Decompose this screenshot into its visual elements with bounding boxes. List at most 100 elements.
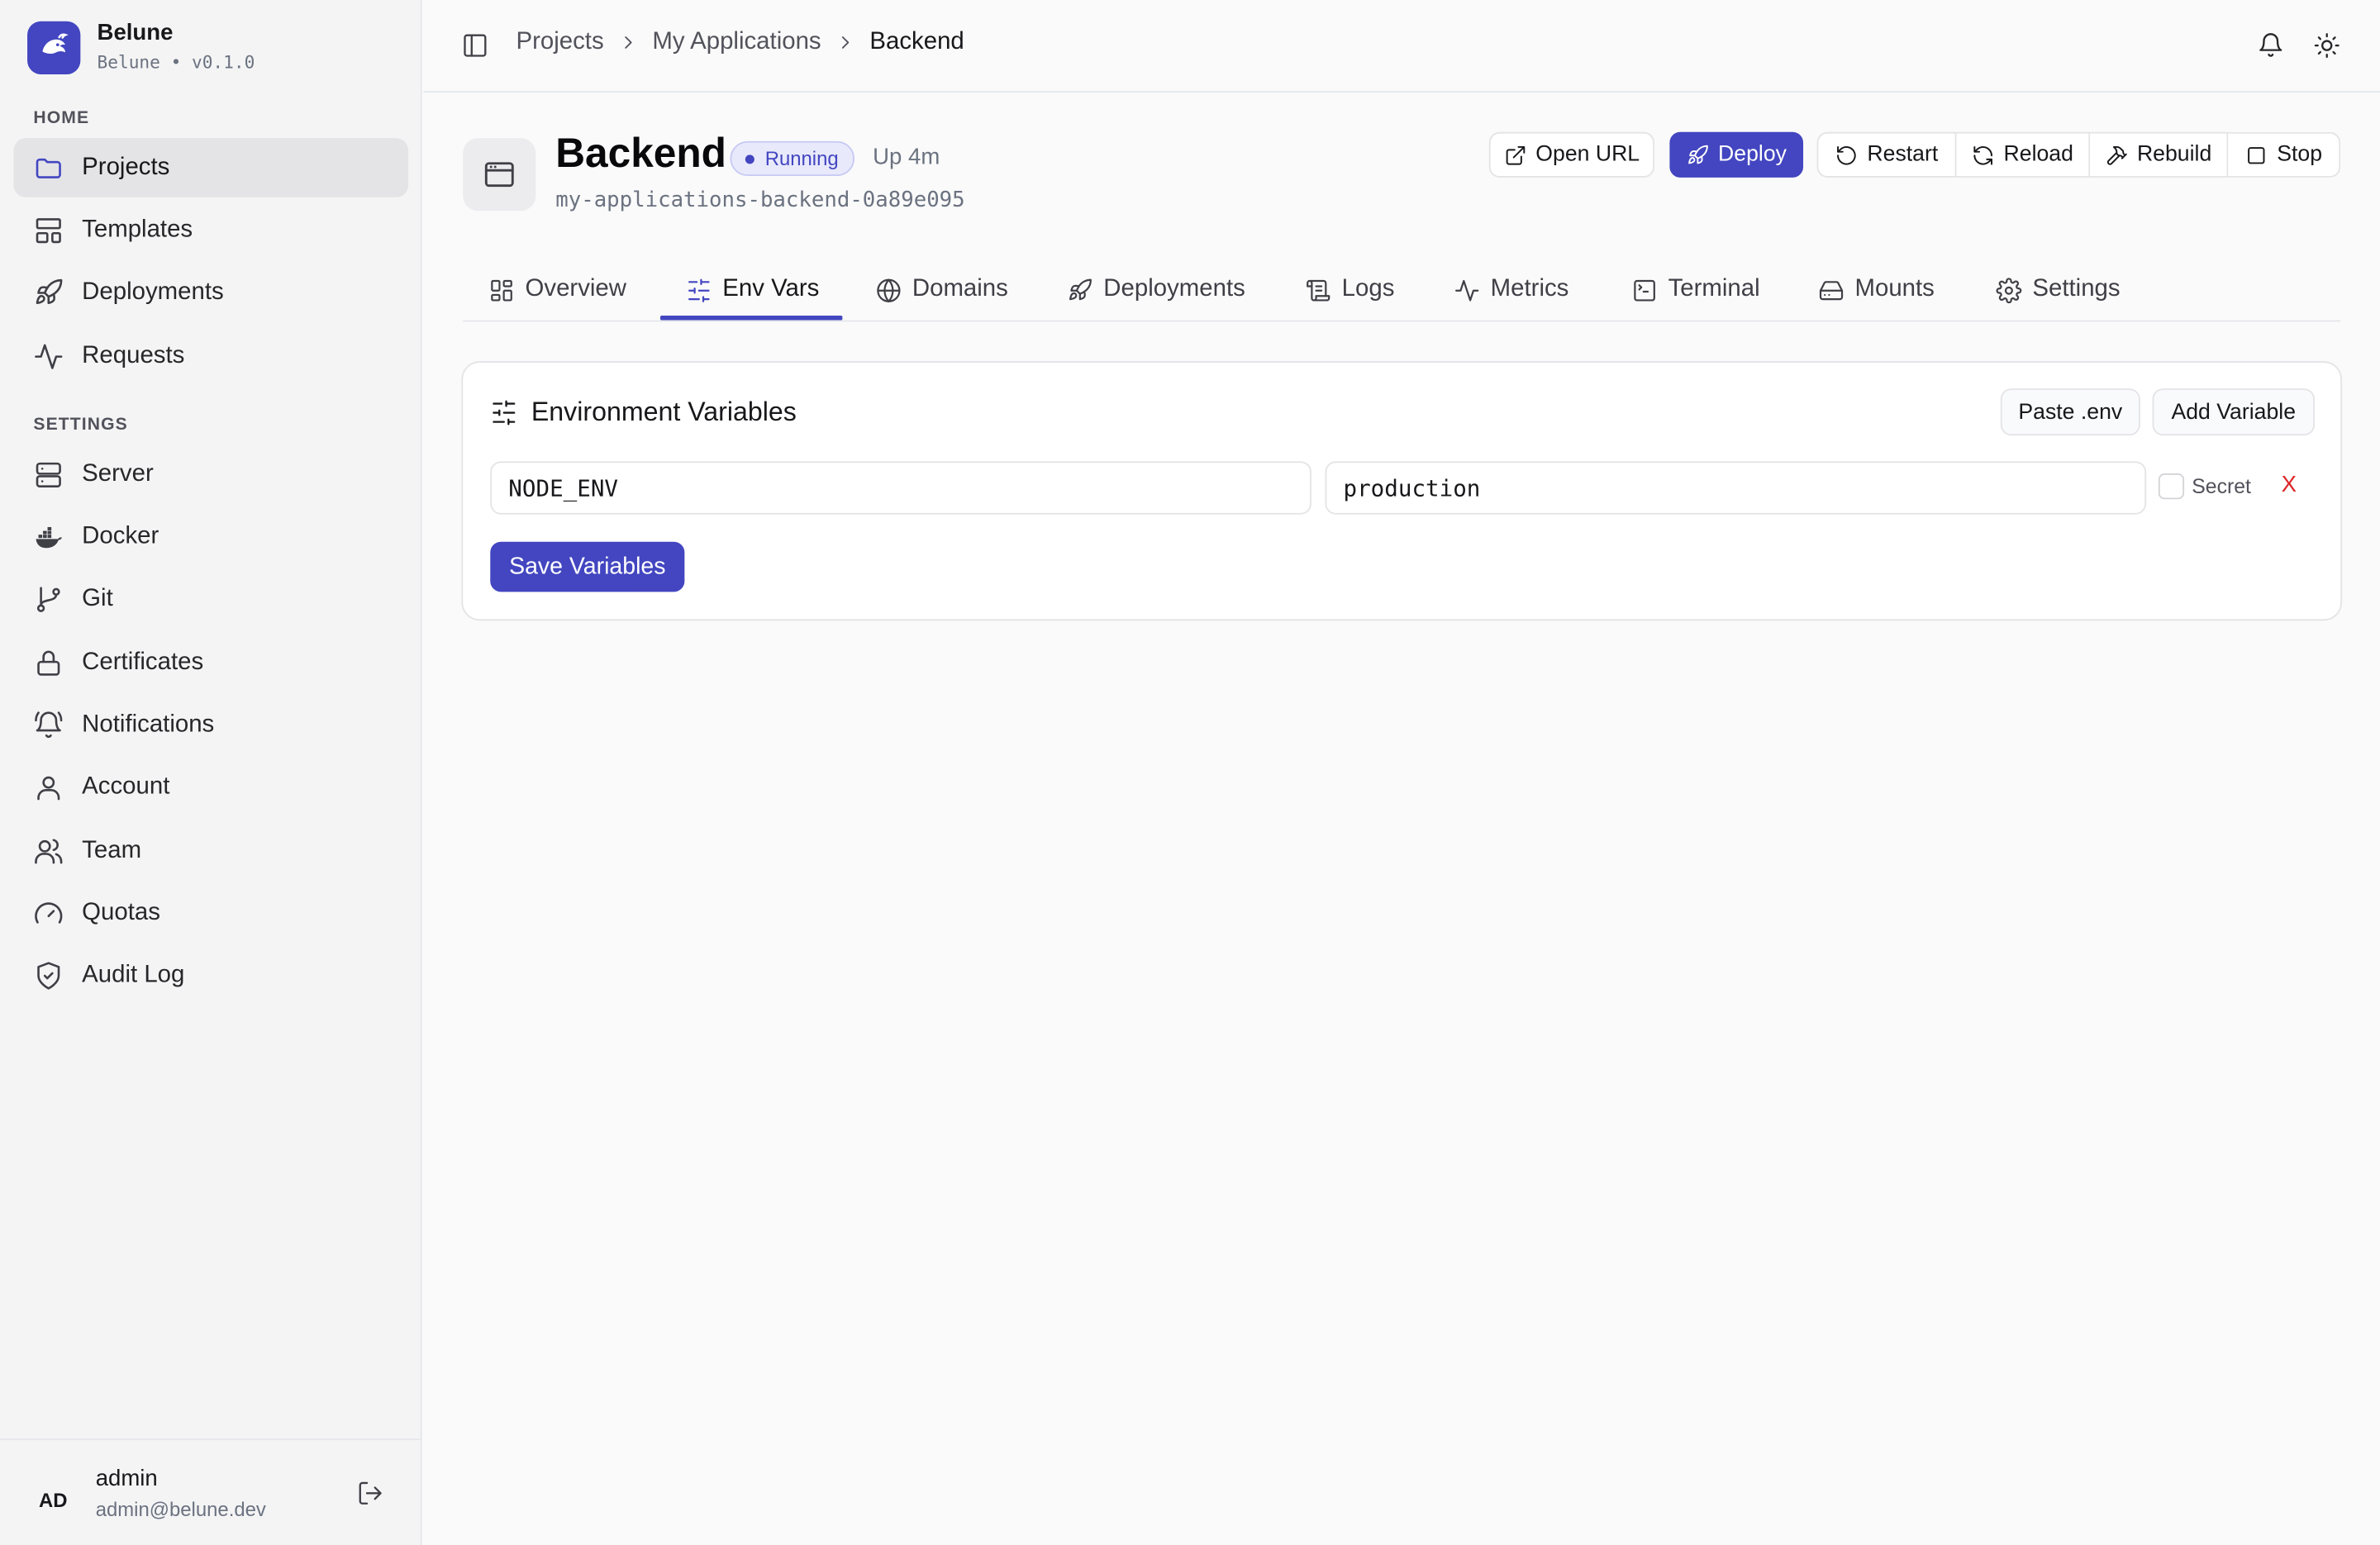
sidebar-item-server[interactable]: Server — [14, 444, 409, 504]
tab-label: Metrics — [1490, 276, 1569, 302]
belune-logo-icon — [27, 20, 81, 74]
section-label-home: HOME — [33, 109, 90, 128]
rebuild-button[interactable]: Rebuild — [2090, 131, 2229, 178]
sidebar-item-label: Deployments — [82, 279, 224, 306]
sidebar-item-team[interactable]: Team — [14, 821, 409, 881]
tab-settings[interactable]: Settings — [1996, 258, 2121, 321]
sidebar-item-account[interactable]: Account — [14, 758, 409, 818]
remove-variable-button[interactable]: X — [2282, 472, 2297, 497]
breadcrumb: Projects My Applications Backend — [516, 29, 964, 56]
shield-check-icon — [37, 962, 60, 991]
sliders-icon — [493, 399, 516, 425]
sidebar-item-label: Projects — [82, 154, 170, 180]
save-variables-button[interactable]: Save Variables — [490, 541, 685, 592]
tab-env-vars[interactable]: Env Vars — [686, 258, 819, 321]
sidebar-item-audit-log[interactable]: Audit Log — [14, 947, 409, 1006]
notifications-button[interactable] — [2257, 32, 2284, 59]
tab-mounts[interactable]: Mounts — [1818, 258, 1935, 321]
button-label: Reload — [2003, 142, 2073, 168]
stop-button[interactable]: Stop — [2228, 131, 2341, 178]
sidebar-item-templates[interactable]: Templates — [14, 201, 409, 260]
sidebar-item-certificates[interactable]: Certificates — [14, 633, 409, 692]
env-vars-card: Environment Variables Paste .env Add Var… — [461, 361, 2343, 621]
logout-icon — [359, 1481, 382, 1505]
logout-button[interactable] — [357, 1480, 384, 1507]
brand-name: Belune — [97, 19, 174, 46]
reload-button[interactable]: Reload — [1956, 131, 2091, 178]
brand-version: Belune • v0.1.0 — [97, 51, 255, 74]
add-variable-button[interactable]: Add Variable — [2152, 388, 2316, 436]
scroll-icon — [1307, 279, 1330, 301]
sidebar-item-deployments[interactable]: Deployments — [14, 264, 409, 323]
open-url-button[interactable]: Open URL — [1488, 131, 1655, 178]
sidebar-item-label: Requests — [82, 342, 185, 368]
tab-deployments[interactable]: Deployments — [1067, 258, 1245, 321]
secret-toggle[interactable]: Secret — [2158, 473, 2251, 500]
paste-env-button[interactable]: Paste .env — [2000, 388, 2140, 436]
sidebar-item-label: Git — [82, 586, 113, 612]
users-icon — [35, 838, 63, 863]
card-header: Environment Variables — [490, 396, 797, 428]
sidebar-item-requests[interactable]: Requests — [14, 326, 409, 386]
activity-icon — [35, 343, 63, 368]
rotate-ccw-icon — [1837, 145, 1856, 164]
sidebar-item-label: Certificates — [82, 649, 204, 675]
sidebar-item-notifications[interactable]: Notifications — [14, 696, 409, 755]
breadcrumb-my-applications[interactable]: My Applications — [652, 29, 821, 56]
sidebar-item-label: Quotas — [82, 900, 160, 926]
breadcrumb-projects[interactable]: Projects — [516, 29, 603, 56]
tab-metrics[interactable]: Metrics — [1454, 258, 1569, 321]
terminal-icon — [1634, 279, 1655, 301]
secret-checkbox[interactable] — [2158, 473, 2185, 500]
gear-icon — [1996, 277, 2022, 303]
hammer-icon — [2106, 145, 2127, 164]
templates-icon — [36, 217, 61, 243]
sidebar-item-label: Server — [82, 460, 154, 487]
external-link-icon — [1506, 145, 1525, 164]
globe-icon — [877, 278, 901, 302]
user-icon — [37, 777, 60, 801]
sidebar-item-label: Account — [82, 774, 170, 801]
brand[interactable]: Belune Belune • v0.1.0 — [27, 20, 255, 74]
rocket-icon — [36, 279, 63, 305]
restart-button[interactable]: Restart — [1816, 131, 1957, 178]
chevron-right-icon — [841, 36, 850, 49]
sidebar-item-docker[interactable]: Docker — [14, 507, 409, 567]
env-key-input[interactable]: NODE_ENV — [490, 461, 1311, 515]
tab-label: Mounts — [1854, 276, 1935, 302]
tab-overview[interactable]: Overview — [488, 258, 626, 321]
tab-label: Logs — [1341, 276, 1395, 302]
tab-label: Domains — [912, 276, 1008, 302]
sidebar-item-projects[interactable]: Projects — [13, 138, 409, 197]
docker-icon — [36, 526, 62, 548]
env-value-input[interactable]: production — [1325, 461, 2147, 515]
server-icon — [36, 461, 61, 487]
avatar[interactable]: AD — [27, 1473, 79, 1524]
deploy-button[interactable]: Deploy — [1669, 131, 1804, 178]
page-title: Backend — [555, 130, 726, 177]
active-tab-indicator — [659, 316, 843, 321]
sidebar-item-git[interactable]: Git — [14, 570, 409, 630]
bell-icon — [2259, 33, 2282, 57]
layout-grid-icon — [491, 279, 512, 301]
tab-domains[interactable]: Domains — [876, 258, 1008, 321]
tab-logs[interactable]: Logs — [1306, 258, 1395, 321]
tab-label: Env Vars — [722, 276, 820, 302]
tab-terminal[interactable]: Terminal — [1631, 258, 1760, 321]
button-label: Open URL — [1535, 142, 1640, 168]
app-window-icon — [484, 162, 514, 188]
sidebar-toggle-button[interactable] — [461, 32, 488, 59]
activity-icon — [1455, 279, 1479, 301]
section-label-settings: SETTINGS — [33, 416, 128, 435]
secret-label: Secret — [2192, 474, 2251, 498]
top-bar: Projects My Applications Backend — [423, 0, 2380, 93]
app-slug: my-applications-backend-0a89e095 — [555, 188, 965, 213]
theme-toggle-button[interactable] — [2313, 32, 2340, 59]
app-root: Belune Belune • v0.1.0 HOME Projects Tem… — [0, 0, 2380, 1545]
uptime: Up 4m — [873, 144, 940, 170]
button-label: Rebuild — [2136, 142, 2212, 168]
sidebar-item-quotas[interactable]: Quotas — [14, 884, 409, 944]
tab-label: Deployments — [1103, 276, 1245, 302]
hard-drive-icon — [1819, 280, 1844, 300]
button-label: Deploy — [1718, 142, 1787, 168]
